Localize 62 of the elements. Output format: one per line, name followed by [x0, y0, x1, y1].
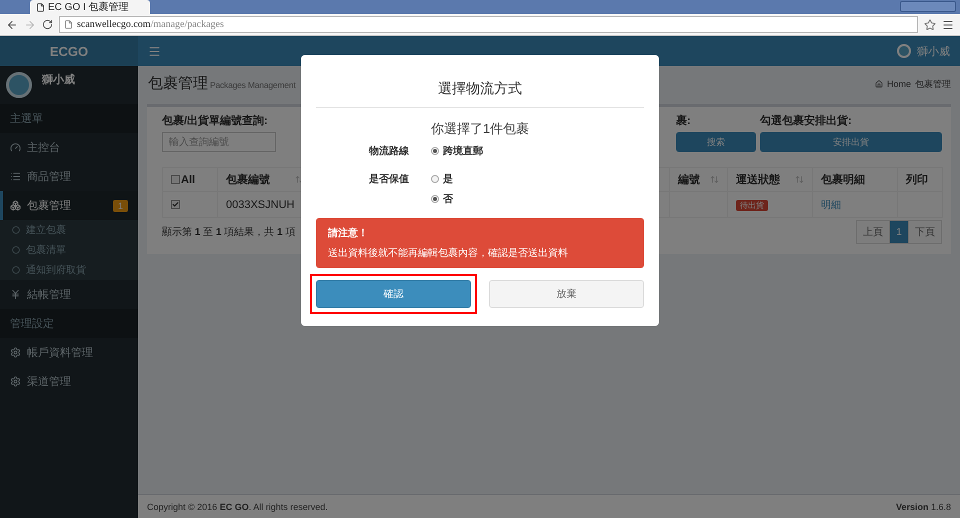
circle-icon [12, 246, 20, 254]
field-label: 物流路線 [369, 144, 410, 158]
status-tag: 待出貨 [736, 200, 768, 210]
field-label: 是否保值 [369, 172, 410, 187]
reload-icon[interactable] [42, 19, 53, 30]
circle-icon [12, 226, 20, 234]
radio-option[interactable]: 跨境直郵 [431, 144, 483, 158]
field-label: 包裹/出貨單編號查詢: [162, 114, 269, 128]
circle-icon [12, 266, 20, 274]
radio-button[interactable] [431, 195, 439, 203]
page-title: 包裹管理 [148, 75, 208, 92]
column-header[interactable]: 編號 [670, 168, 728, 192]
sidebar-item[interactable]: 結帳管理 [0, 280, 138, 309]
column-header: All [162, 168, 218, 192]
breadcrumb-item[interactable]: Home [886, 79, 911, 89]
radio-button[interactable] [431, 175, 439, 183]
column-header: 包裹明細 [812, 168, 898, 192]
version-text: Version 1.6.8 [896, 502, 951, 512]
confirm-button[interactable]: 確認 [316, 280, 471, 308]
address-field[interactable]: scanwellecgo.com/manage/packages [59, 16, 918, 33]
menu-section-header: 管理設定 [0, 309, 138, 338]
radio-option[interactable]: 是 [431, 172, 453, 186]
brand-logo[interactable]: ECGO [0, 36, 138, 66]
cancel-button[interactable]: 放棄 [489, 280, 644, 308]
sidebar-item[interactable]: 渠道管理 [0, 367, 138, 396]
page-icon [36, 2, 45, 12]
column-header[interactable]: 運送狀態 [728, 168, 812, 192]
star-icon[interactable] [924, 18, 936, 30]
alert-title: 請注意！ [328, 226, 369, 240]
alert-message: 送出資料後就不能再編輯包裹內容，確認是否送出資料 [328, 246, 569, 260]
selection-summary: 你選擇了1件包裹 [430, 120, 530, 138]
copyright-text: Copyright © 2016 EC GO. All rights reserved. [147, 502, 328, 512]
page-button[interactable]: 下頁 [908, 220, 942, 244]
home-icon [874, 80, 883, 88]
column-header: 列印 [898, 168, 942, 192]
page-button[interactable]: 上頁 [856, 220, 890, 244]
table-info: 顯示第 1 至 1 項結果，共 1 項 [162, 226, 296, 239]
checkbox[interactable] [171, 200, 180, 210]
page-icon [64, 20, 73, 29]
avatar [897, 44, 911, 58]
avatar [6, 72, 32, 98]
browser-tab[interactable]: EC GO I 包裹管理 [30, 0, 150, 14]
user-name: 獅小威 [42, 72, 75, 86]
ship-button[interactable]: 安排出貨 [760, 132, 942, 152]
radio-button[interactable] [431, 147, 439, 155]
sidebar-item[interactable]: 主控台 [0, 133, 138, 162]
back-icon[interactable] [6, 18, 18, 30]
modal-title: 選擇物流方式 [316, 55, 644, 108]
user-name[interactable]: 獅小威 [917, 44, 950, 58]
sidebar-item[interactable]: 商品管理 [0, 162, 138, 191]
checkbox[interactable] [171, 175, 180, 184]
search-button[interactable]: 搜索 [676, 132, 756, 152]
count-badge: 1 [112, 200, 128, 212]
menu-section-header: 主選單 [0, 104, 138, 133]
field-label: 裹: [676, 114, 692, 128]
field-label: 勾選包裹安排出貨: [760, 114, 853, 128]
sidebar-item[interactable]: 帳戶資料管理 [0, 338, 138, 367]
breadcrumb-item: 包裹管理 [915, 78, 951, 90]
page-subtitle: Packages Management [210, 80, 296, 90]
detail-link[interactable]: 明細 [821, 200, 841, 210]
radio-option[interactable]: 否 [431, 192, 453, 206]
page-button[interactable]: 1 [889, 220, 909, 244]
